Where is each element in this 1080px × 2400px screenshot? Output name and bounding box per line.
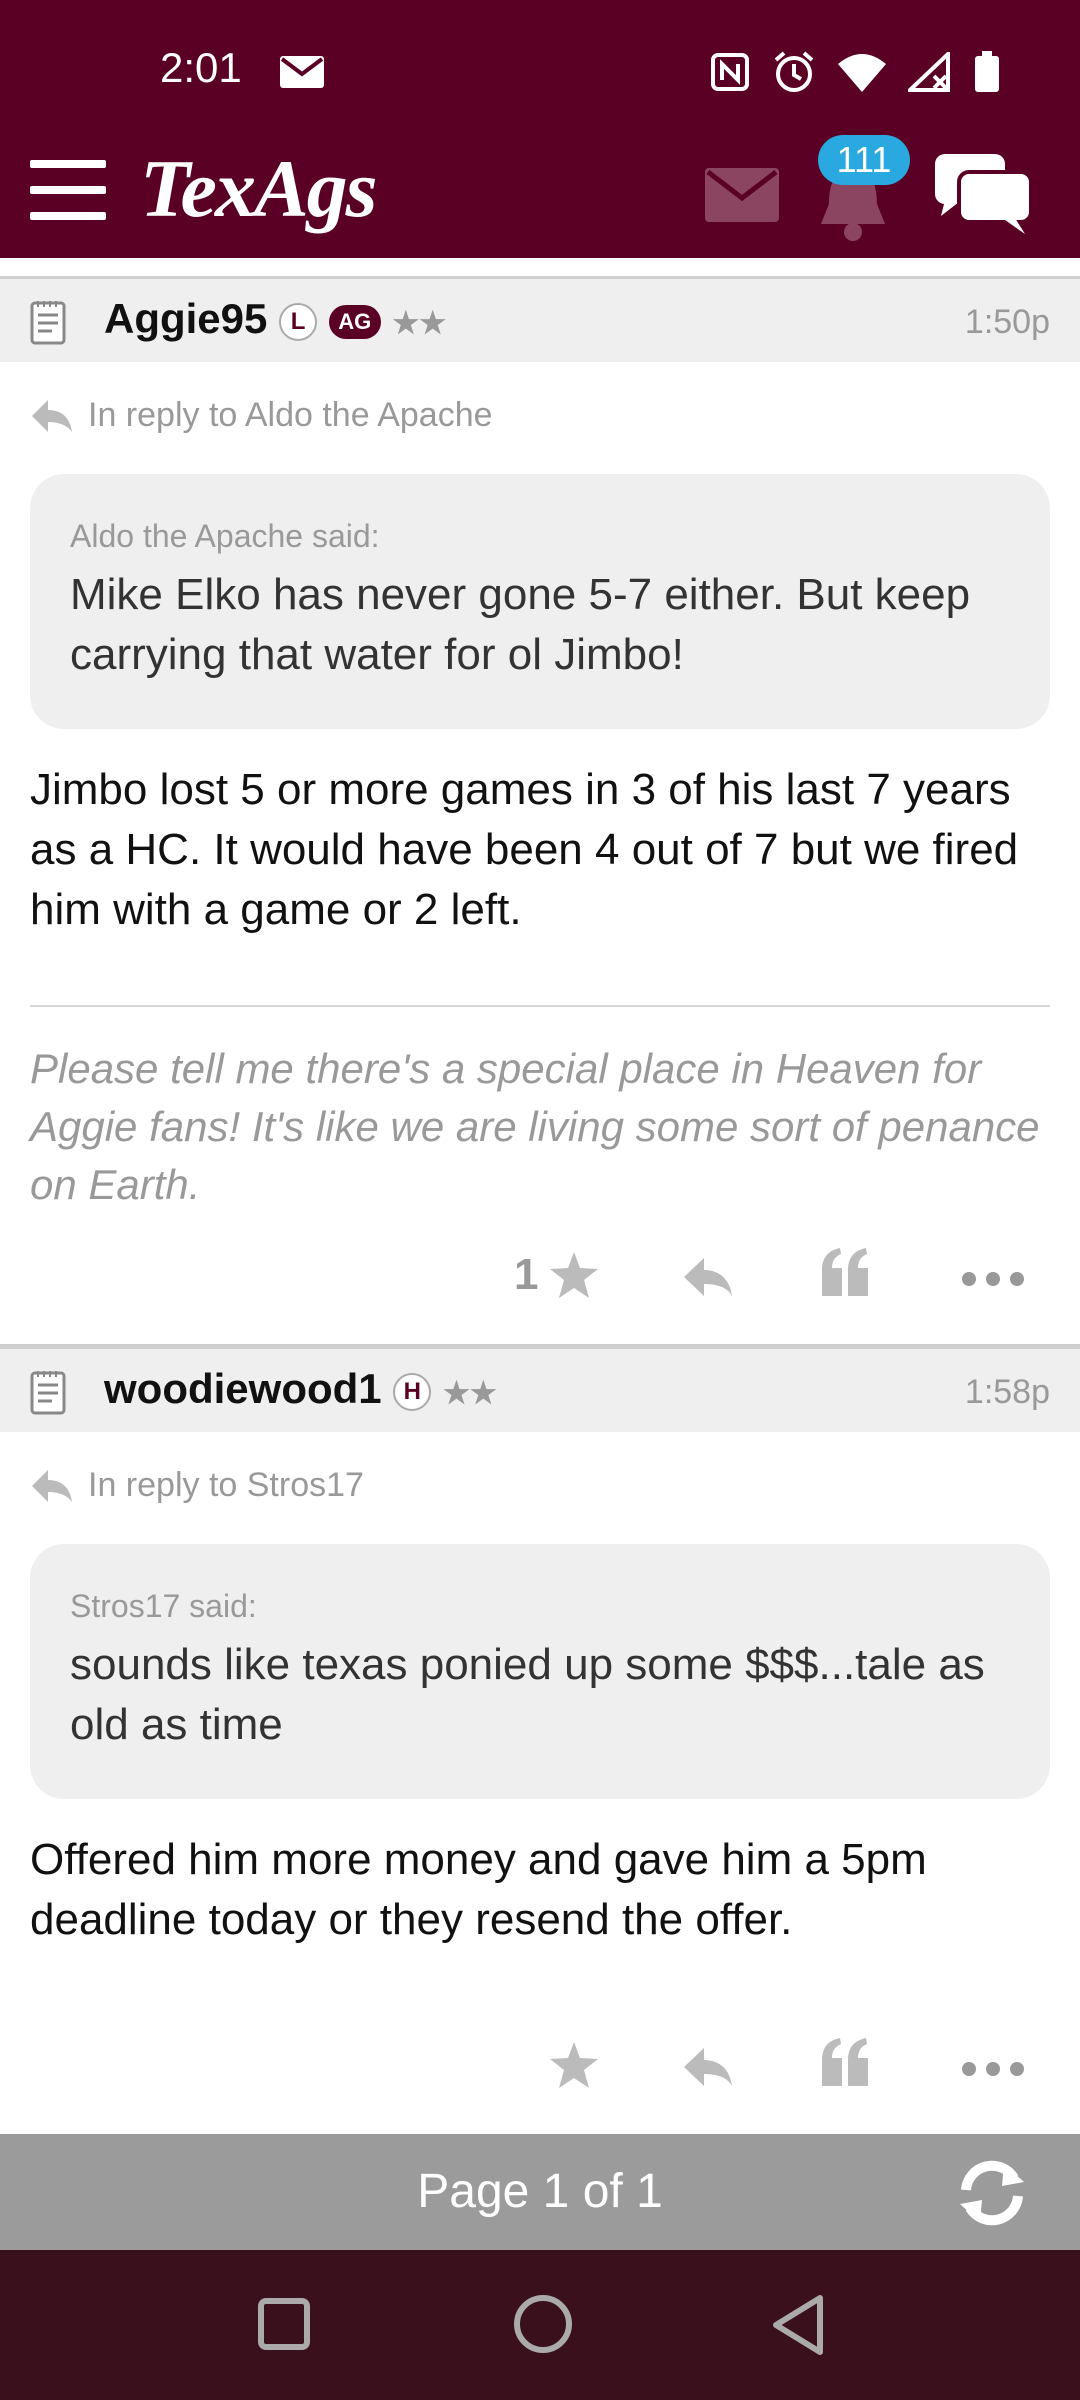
reply-arrow-icon bbox=[32, 1469, 72, 1502]
user-stars: ★★ bbox=[443, 1377, 497, 1410]
badge-l: L bbox=[279, 302, 318, 341]
reply-to-text[interactable]: In reply to Aldo the Apache bbox=[88, 396, 493, 435]
battery-icon bbox=[974, 51, 1000, 97]
more-options-icon[interactable] bbox=[962, 1272, 1024, 1286]
rating-button[interactable]: 1 bbox=[514, 1250, 600, 1300]
pagination-bar: Page 1 of 1 bbox=[0, 2134, 1080, 2250]
status-time: 2:01 bbox=[160, 44, 242, 91]
reply-icon[interactable] bbox=[682, 1256, 734, 1302]
post-document-icon[interactable] bbox=[30, 1369, 66, 1419]
rating-count: 1 bbox=[514, 1250, 539, 1299]
rating-star-icon[interactable] bbox=[548, 2040, 600, 2094]
notification-count-badge: 111 bbox=[818, 135, 910, 185]
back-button[interactable] bbox=[770, 2294, 826, 2360]
reply-arrow-icon bbox=[32, 399, 72, 432]
wifi-icon bbox=[838, 52, 886, 96]
reply-to-link[interactable]: In reply to Stros17 bbox=[30, 1466, 364, 1505]
username[interactable]: woodiewood1 bbox=[104, 1365, 382, 1412]
app-bar: TexAgs bbox=[0, 140, 1080, 258]
username[interactable]: Aggie95 bbox=[104, 295, 267, 342]
quote-icon[interactable] bbox=[820, 1248, 870, 1304]
post-signature: Please tell me there's a special place i… bbox=[30, 1045, 1040, 1208]
post-header: woodiewood1 H ★★ 1:58p bbox=[0, 1346, 1080, 1432]
signature-divider bbox=[30, 1005, 1050, 1007]
texags-logo[interactable]: TexAgs bbox=[140, 142, 378, 236]
quote-block: Stros17 said: sounds like texas ponied u… bbox=[30, 1544, 1050, 1799]
quote-icon[interactable] bbox=[820, 2038, 870, 2094]
more-options-icon[interactable] bbox=[962, 2062, 1024, 2076]
badge-h: H bbox=[393, 1372, 432, 1411]
quote-text: Mike Elko has never gone 5-7 either. But… bbox=[70, 570, 971, 679]
post-actions: 1 bbox=[0, 1246, 1080, 1316]
post-actions bbox=[0, 2036, 1080, 2106]
quote-block: Aldo the Apache said: Mike Elko has neve… bbox=[30, 474, 1050, 729]
post-author[interactable]: woodiewood1 H ★★ bbox=[104, 1365, 497, 1413]
refresh-icon[interactable] bbox=[952, 2160, 1032, 2230]
nfc-icon bbox=[710, 52, 750, 96]
quote-author: Aldo the Apache said: bbox=[70, 518, 380, 554]
signal-icon bbox=[904, 49, 952, 96]
menu-icon[interactable] bbox=[30, 160, 106, 220]
system-nav-bar bbox=[0, 2250, 1080, 2400]
post-time: 1:50p bbox=[964, 303, 1050, 341]
mail-notification-icon bbox=[280, 56, 324, 92]
reply-to-link[interactable]: In reply to Aldo the Apache bbox=[30, 396, 493, 435]
reply-to-text[interactable]: In reply to Stros17 bbox=[88, 1466, 364, 1505]
post-author[interactable]: Aggie95 L AG ★★ bbox=[104, 295, 446, 343]
post-body: Offered him more money and gave him a 5p… bbox=[30, 1835, 927, 1944]
recent-apps-button[interactable] bbox=[258, 2298, 310, 2350]
quote-text: sounds like texas ponied up some $$$...t… bbox=[70, 1640, 985, 1749]
post-time: 1:58p bbox=[964, 1373, 1050, 1411]
home-button[interactable] bbox=[514, 2295, 572, 2353]
chat-icon[interactable] bbox=[935, 150, 1035, 240]
user-stars: ★★ bbox=[392, 307, 447, 340]
top-bar: 2:01 TexAgs bbox=[0, 0, 1080, 258]
post-header: Aggie95 L AG ★★ 1:50p bbox=[0, 276, 1080, 362]
alarm-icon bbox=[772, 50, 816, 98]
badge-ag: AG bbox=[328, 304, 381, 339]
status-bar: 2:01 bbox=[0, 0, 1080, 140]
reply-icon[interactable] bbox=[682, 2046, 734, 2092]
page-indicator[interactable]: Page 1 of 1 bbox=[0, 2164, 1080, 2219]
quote-author: Stros17 said: bbox=[70, 1588, 257, 1624]
post-document-icon[interactable] bbox=[30, 299, 66, 349]
messages-icon[interactable] bbox=[705, 168, 779, 226]
post-body: Jimbo lost 5 or more games in 3 of his l… bbox=[30, 765, 1019, 934]
star-icon bbox=[550, 1252, 599, 1298]
